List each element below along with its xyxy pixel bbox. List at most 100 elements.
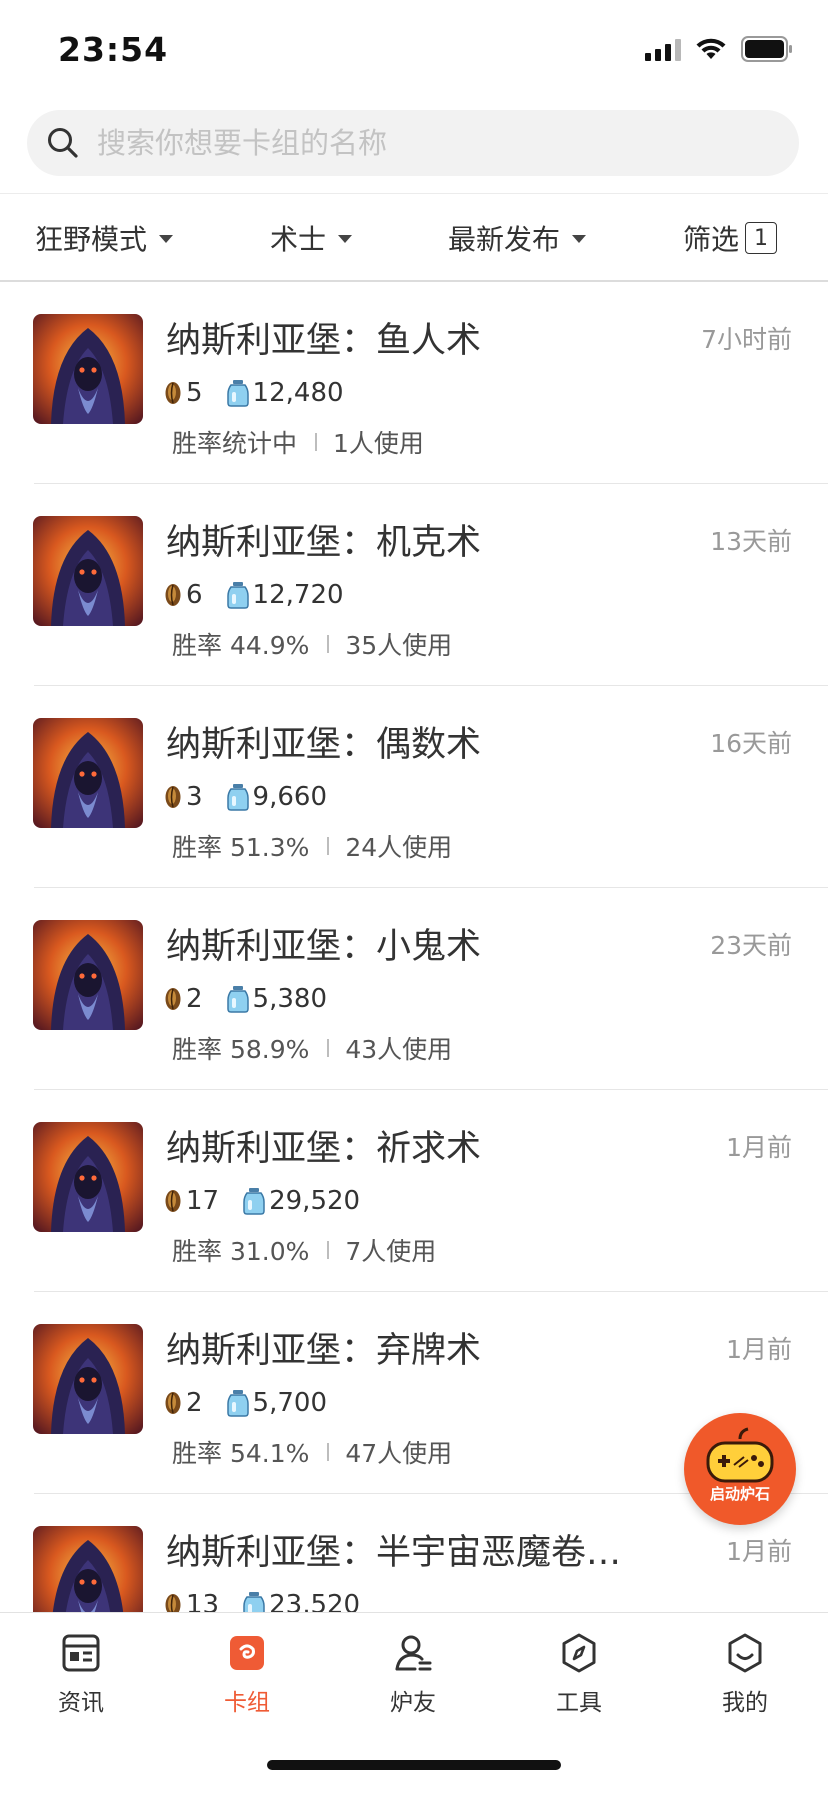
tab-friends[interactable]: 炉友 xyxy=(353,1631,473,1731)
arcane-dust-icon xyxy=(226,784,249,811)
tab-profile[interactable]: 我的 xyxy=(685,1631,805,1731)
arcane-dust-icon xyxy=(226,582,249,609)
deck-meta: 胜率 44.9% 35人使用 xyxy=(172,626,452,662)
tab-news[interactable]: 资讯 xyxy=(21,1631,141,1731)
deck-list-item[interactable]: 纳斯利亚堡：小鬼术 23天前 2 5,380 胜率 58.9% 43人使用 xyxy=(0,888,828,1090)
meta-separator xyxy=(327,1241,330,1259)
dust-icon xyxy=(165,382,181,404)
tab-label: 我的 xyxy=(722,1690,768,1716)
dust-icon xyxy=(165,1392,181,1414)
mode-filter-dropdown[interactable]: 狂野模式 xyxy=(35,196,174,280)
deck-list-item[interactable]: 纳斯利亚堡：祈求术 1月前 17 29,520 胜率 31.0% 7人使用 xyxy=(0,1090,828,1292)
arcane-dust-count: 5,380 xyxy=(252,984,327,1014)
deck-cost-stats: 2 5,380 xyxy=(164,984,327,1014)
arcane-dust-count: 5,700 xyxy=(252,1388,327,1418)
deck-meta: 胜率 58.9% 43人使用 xyxy=(172,1030,452,1066)
profile-icon xyxy=(728,1633,762,1673)
deck-list-item[interactable]: 纳斯利亚堡：鱼人术 7小时前 5 12,480 胜率统计中 1人使用 xyxy=(0,282,828,484)
deck-meta: 胜率 31.0% 7人使用 xyxy=(172,1232,436,1268)
warlock-hero-avatar xyxy=(33,718,143,828)
launch-hearthstone-label: 启动炉石 xyxy=(709,1485,770,1503)
user-count: 47人使用 xyxy=(345,1439,453,1468)
dust-count: 2 xyxy=(186,984,203,1014)
meta-separator xyxy=(327,1443,330,1461)
dust-count: 3 xyxy=(186,782,203,812)
warlock-hero-avatar xyxy=(33,1526,143,1612)
deck-time: 1月前 xyxy=(726,1335,792,1364)
dust-icon xyxy=(165,786,181,808)
deck-cost-stats: 17 29,520 xyxy=(164,1186,360,1216)
deck-time: 16天前 xyxy=(710,729,792,758)
win-rate: 胜率 31.0% xyxy=(172,1237,310,1266)
tab-label: 资讯 xyxy=(58,1690,104,1716)
search-icon xyxy=(48,128,78,158)
filter-button[interactable]: 筛选 1 xyxy=(683,196,778,280)
deck-cost-stats: 6 12,720 xyxy=(164,580,344,610)
deck-meta: 胜率 54.1% 47人使用 xyxy=(172,1434,452,1470)
mode-filter-label: 狂野模式 xyxy=(35,223,148,256)
deck-meta: 胜率统计中 1人使用 xyxy=(172,424,424,460)
deck-list-item[interactable]: 纳斯利亚堡：机克术 13天前 6 12,720 胜率 44.9% 35人使用 xyxy=(0,484,828,686)
search-bar[interactable] xyxy=(27,110,799,176)
deck-title: 纳斯利亚堡：祈求术 xyxy=(166,1129,482,1169)
warlock-hero-avatar xyxy=(33,1324,143,1434)
arcane-dust-icon xyxy=(226,1390,249,1417)
sort-dropdown[interactable]: 最新发布 xyxy=(448,196,587,280)
deck-title: 纳斯利亚堡：机克术 xyxy=(166,523,482,563)
tab-decks[interactable]: 卡组 xyxy=(187,1631,307,1731)
dust-icon xyxy=(165,584,181,606)
dust-count: 2 xyxy=(186,1388,203,1418)
deck-meta: 胜率 51.3% 24人使用 xyxy=(172,828,452,864)
arcane-dust-count: 12,480 xyxy=(252,378,344,408)
status-time: 23:54 xyxy=(58,30,169,69)
arcane-dust-icon xyxy=(243,1592,265,1612)
tab-label: 炉友 xyxy=(390,1690,436,1716)
user-count: 24人使用 xyxy=(345,833,453,862)
deck-title: 纳斯利亚堡：小鬼术 xyxy=(166,927,482,967)
arcane-dust-count: 9,660 xyxy=(252,782,327,812)
arcane-dust-icon xyxy=(243,1188,265,1215)
deck-cost-stats: 13 23,520 xyxy=(164,1590,360,1612)
deck-title: 纳斯利亚堡：半宇宙恶魔卷… xyxy=(166,1533,622,1573)
deck-cost-stats: 2 5,700 xyxy=(164,1388,327,1418)
user-count: 7人使用 xyxy=(345,1237,437,1266)
search-input[interactable] xyxy=(95,125,779,161)
divider xyxy=(0,193,828,194)
arcane-dust-icon xyxy=(226,380,249,407)
gamepad-icon xyxy=(706,1427,774,1483)
tab-tools[interactable]: 工具 xyxy=(519,1631,639,1731)
caret-down-icon xyxy=(572,235,587,243)
win-rate: 胜率 51.3% xyxy=(172,833,310,862)
arcane-dust-count: 12,720 xyxy=(252,580,344,610)
deck-title: 纳斯利亚堡：鱼人术 xyxy=(166,321,482,361)
status-icons xyxy=(645,36,793,62)
arcane-dust-icon xyxy=(226,986,249,1013)
user-count: 43人使用 xyxy=(345,1035,453,1064)
meta-separator xyxy=(327,635,330,653)
deck-icon xyxy=(230,1636,264,1670)
deck-time: 1月前 xyxy=(726,1133,792,1162)
deck-time: 1月前 xyxy=(726,1537,792,1566)
deck-title: 纳斯利亚堡：偶数术 xyxy=(166,725,482,765)
dust-icon xyxy=(165,988,181,1010)
deck-title: 纳斯利亚堡：弃牌术 xyxy=(166,1331,482,1371)
class-filter-dropdown[interactable]: 术士 xyxy=(270,196,353,280)
deck-time: 7小时前 xyxy=(701,325,792,354)
battery-icon xyxy=(741,36,792,62)
deck-cost-stats: 5 12,480 xyxy=(164,378,344,408)
class-filter-label: 术士 xyxy=(270,223,327,256)
warlock-hero-avatar xyxy=(33,1122,143,1232)
win-rate: 胜率统计中 xyxy=(172,429,298,458)
caret-down-icon xyxy=(159,235,174,243)
filter-count-badge: 1 xyxy=(745,222,778,254)
dust-count: 6 xyxy=(186,580,203,610)
deck-list-item[interactable]: 纳斯利亚堡：偶数术 16天前 3 9,660 胜率 51.3% 24人使用 xyxy=(0,686,828,888)
wifi-icon xyxy=(696,38,726,59)
tab-label: 卡组 xyxy=(224,1690,270,1716)
deck-cost-stats: 3 9,660 xyxy=(164,782,327,812)
warlock-hero-avatar xyxy=(33,516,143,626)
launch-hearthstone-button[interactable]: 启动炉石 xyxy=(684,1413,796,1525)
dust-icon xyxy=(165,1594,181,1612)
compass-icon xyxy=(562,1633,596,1673)
cellular-signal-icon xyxy=(645,37,681,61)
